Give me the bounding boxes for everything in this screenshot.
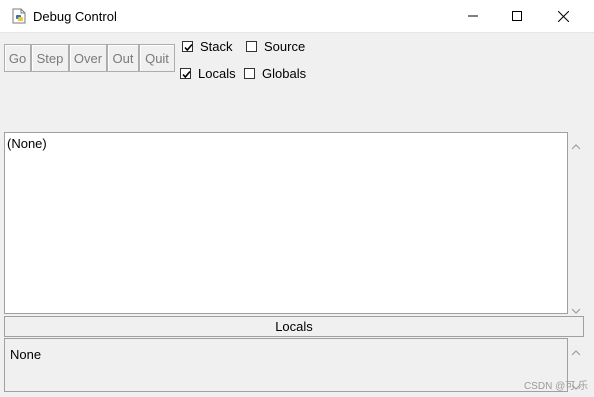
locals-text: None [10, 347, 42, 362]
scroll-up-icon[interactable] [571, 138, 581, 150]
minimize-icon [468, 11, 478, 21]
locals-header: Locals [4, 316, 584, 337]
maximize-icon [512, 11, 522, 21]
locals-checkbox[interactable]: Locals [180, 66, 236, 81]
checkbox-checked-icon [182, 41, 193, 52]
source-checkbox[interactable]: Source [246, 39, 305, 54]
globals-checkbox[interactable]: Globals [244, 66, 306, 81]
quit-button[interactable]: Quit [139, 44, 175, 72]
title-bar: Debug Control [0, 0, 594, 33]
close-icon [557, 10, 569, 22]
watermark: CSDN @可 乐 [523, 381, 588, 392]
locals-panel[interactable]: None [4, 338, 568, 392]
step-button[interactable]: Step [31, 44, 69, 72]
window-title: Debug Control [33, 9, 117, 24]
stack-checkbox[interactable]: Stack [182, 39, 233, 54]
stack-text: (None) [7, 136, 47, 151]
scroll-down-icon[interactable] [571, 302, 581, 314]
checkbox-unchecked-icon [244, 68, 255, 79]
minimize-button[interactable] [450, 0, 496, 32]
checkbox-checked-icon [180, 68, 191, 79]
close-button[interactable] [540, 0, 586, 32]
stack-scrollbar[interactable] [568, 132, 584, 314]
over-button[interactable]: Over [69, 44, 107, 72]
scroll-up-icon[interactable] [571, 344, 581, 356]
maximize-button[interactable] [494, 0, 540, 32]
stack-label: Stack [200, 39, 233, 54]
globals-label: Globals [262, 66, 307, 81]
stack-listbox[interactable]: (None) [4, 132, 568, 314]
locals-label: Locals [198, 66, 236, 81]
source-label: Source [264, 39, 306, 54]
out-button[interactable]: Out [107, 44, 139, 72]
python-file-icon [11, 8, 27, 24]
checkbox-unchecked-icon [246, 41, 257, 52]
go-button[interactable]: Go [4, 44, 31, 72]
